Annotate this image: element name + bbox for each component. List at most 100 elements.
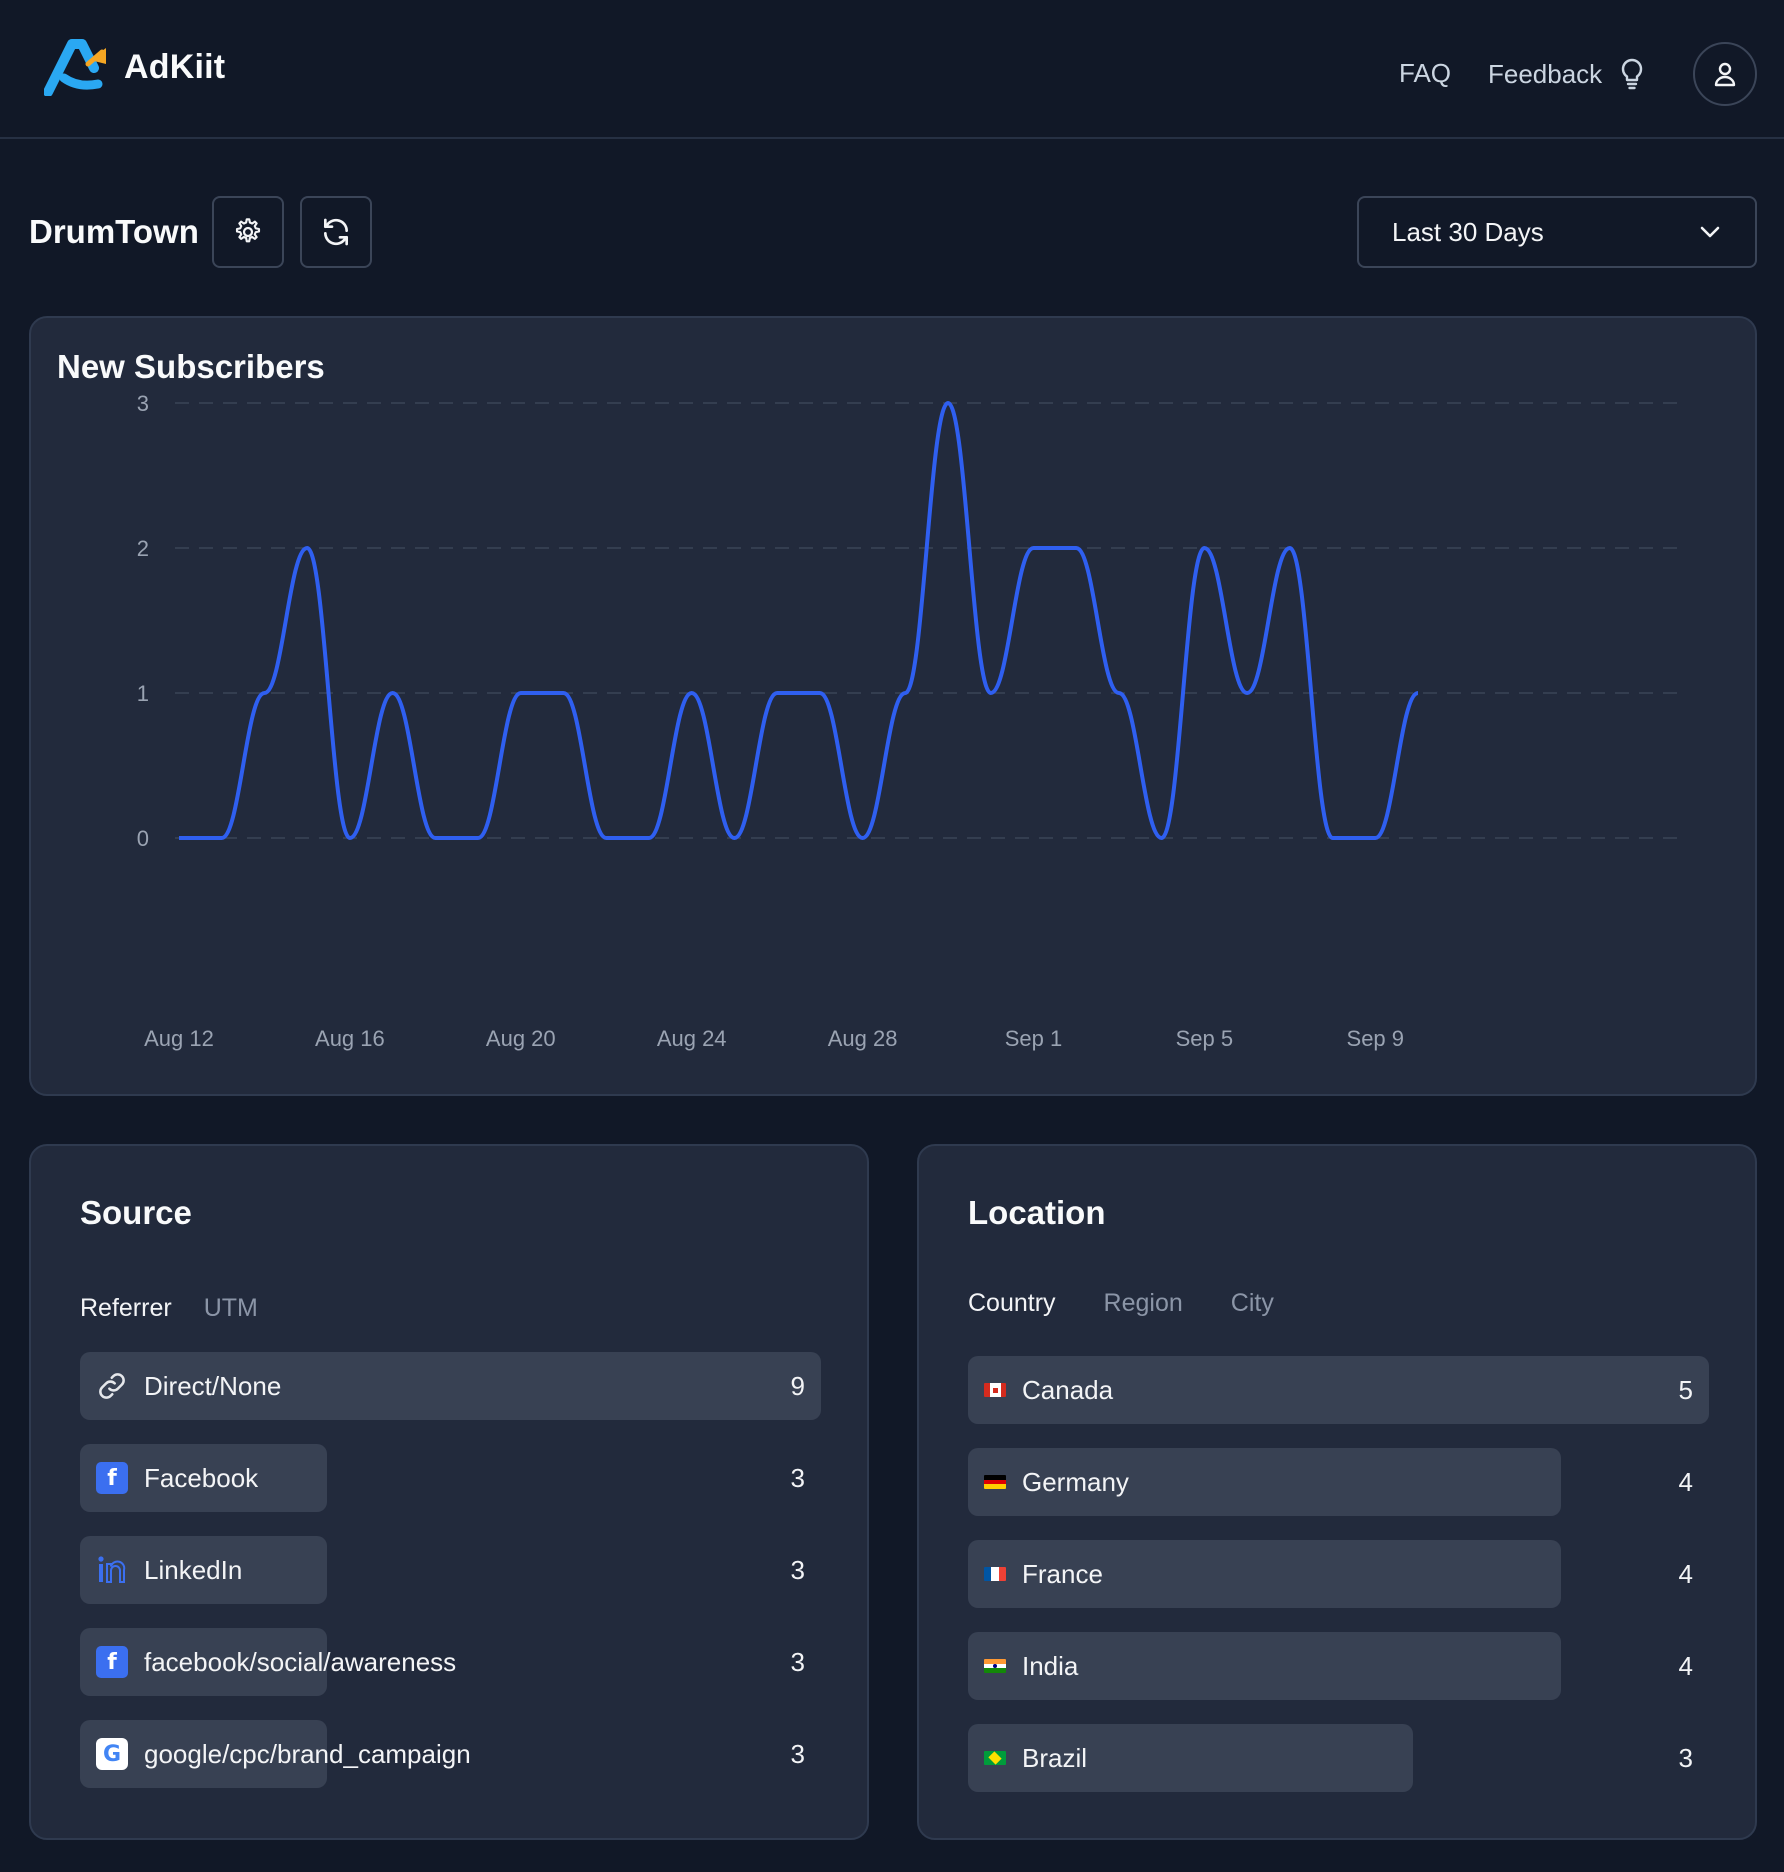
lightbulb-icon (1621, 58, 1643, 90)
data-point[interactable] (342, 830, 358, 846)
data-point[interactable] (1025, 540, 1041, 556)
source-card: Source Referrer UTM Direct/None 9 f Face… (29, 1144, 869, 1840)
faq-link[interactable]: FAQ (1399, 58, 1451, 89)
data-point[interactable] (556, 685, 572, 701)
tab-utm[interactable]: UTM (204, 1294, 258, 1323)
app-name: AdKiit (124, 47, 226, 86)
data-point[interactable] (1410, 685, 1426, 701)
link-icon (96, 1370, 128, 1402)
data-point[interactable] (1196, 540, 1212, 556)
canada-flag-icon (984, 1383, 1006, 1397)
source-count: 9 (790, 1370, 805, 1401)
data-point[interactable] (855, 830, 871, 846)
source-count: 3 (790, 1462, 805, 1493)
source-label: Facebook (144, 1462, 259, 1493)
source-row[interactable]: f Facebook 3 (80, 1444, 821, 1512)
source-tabs: Referrer UTM (80, 1294, 258, 1323)
location-card: Location Country Region City Canada 5 Ge… (917, 1144, 1757, 1840)
data-point[interactable] (470, 830, 486, 846)
brazil-flag-icon (984, 1751, 1006, 1765)
source-label: Direct/None (144, 1370, 282, 1401)
source-count: 3 (790, 1646, 805, 1677)
facebook-icon: f (96, 1646, 128, 1678)
x-tick-label: Sep 5 (1176, 1026, 1234, 1051)
data-point[interactable] (641, 830, 657, 846)
location-count: 3 (1678, 1742, 1693, 1773)
data-point[interactable] (726, 830, 742, 846)
source-list: Direct/None 9 f Facebook 3 LinkedIn 3 f … (80, 1352, 821, 1812)
x-tick-label: Aug 20 (486, 1026, 556, 1051)
location-count: 5 (1678, 1374, 1693, 1405)
adkiit-logo-icon (44, 39, 106, 96)
location-title: Location (968, 1194, 1106, 1231)
x-tick-label: Sep 1 (1005, 1026, 1063, 1051)
tab-city[interactable]: City (1231, 1289, 1274, 1318)
data-point[interactable] (1154, 830, 1170, 846)
location-label: France (1022, 1558, 1103, 1589)
data-point[interactable] (769, 685, 785, 701)
location-row[interactable]: Germany 4 (968, 1448, 1709, 1516)
data-point[interactable] (256, 685, 272, 701)
tab-region[interactable]: Region (1104, 1289, 1183, 1318)
india-flag-icon (984, 1659, 1006, 1673)
data-point[interactable] (1111, 685, 1127, 701)
data-point[interactable] (214, 830, 230, 846)
germany-flag-icon (984, 1475, 1006, 1489)
brand-logo[interactable]: AdKiit (44, 38, 225, 96)
feedback-link[interactable]: Feedback (1488, 58, 1644, 90)
y-tick-label: 1 (137, 681, 149, 706)
location-count: 4 (1678, 1466, 1693, 1497)
source-row[interactable]: Direct/None 9 (80, 1352, 821, 1420)
google-icon: G (96, 1738, 128, 1770)
data-point[interactable] (812, 685, 828, 701)
tab-referrer[interactable]: Referrer (80, 1294, 172, 1323)
data-point[interactable] (1367, 830, 1383, 846)
x-tick-label: Aug 28 (828, 1026, 898, 1051)
data-point[interactable] (1325, 830, 1341, 846)
location-label: Canada (1022, 1374, 1114, 1405)
date-range-select[interactable]: Last 30 Days (1357, 196, 1757, 268)
profile-button[interactable] (1693, 42, 1757, 106)
data-point[interactable] (983, 685, 999, 701)
new-subscribers-card: New Subscribers 0 1 2 3 Aug 12 Aug 16 Aug 20 Au… (29, 316, 1757, 1096)
y-tick-label: 3 (137, 391, 149, 416)
refresh-button[interactable] (300, 196, 372, 268)
data-point[interactable] (171, 830, 187, 846)
gear-icon (235, 218, 261, 243)
source-row[interactable]: f facebook/social/awareness 3 (80, 1628, 821, 1696)
location-row[interactable]: France 4 (968, 1540, 1709, 1608)
location-label: India (1022, 1650, 1079, 1681)
data-point[interactable] (299, 540, 315, 556)
source-label: LinkedIn (144, 1554, 243, 1585)
data-point[interactable] (1068, 540, 1084, 556)
data-point[interactable] (684, 685, 700, 701)
location-row[interactable]: India 4 (968, 1632, 1709, 1700)
user-icon (1714, 62, 1736, 87)
data-point[interactable] (1239, 685, 1255, 701)
source-row[interactable]: LinkedIn 3 (80, 1536, 821, 1604)
x-tick-label: Aug 24 (657, 1026, 727, 1051)
data-point[interactable] (513, 685, 529, 701)
data-point[interactable] (940, 395, 956, 411)
source-row[interactable]: G google/cpc/brand_campaign 3 (80, 1720, 821, 1788)
chevron-down-icon (1700, 226, 1720, 238)
data-point[interactable] (427, 830, 443, 846)
location-tabs: Country Region City (968, 1289, 1274, 1318)
settings-button[interactable] (212, 196, 284, 268)
x-tick-label: Aug 12 (144, 1026, 214, 1051)
date-range-value: Last 30 Days (1392, 216, 1544, 247)
data-point[interactable] (897, 685, 913, 701)
source-count: 3 (790, 1738, 805, 1769)
location-row[interactable]: Canada 5 (968, 1356, 1709, 1424)
page-title: DrumTown (29, 213, 199, 250)
data-point[interactable] (1282, 540, 1298, 556)
subscribers-series-line (179, 401, 1419, 840)
y-tick-label: 0 (137, 826, 149, 851)
france-flag-icon (984, 1567, 1006, 1581)
location-row[interactable]: Brazil 3 (968, 1724, 1709, 1792)
tab-country[interactable]: Country (968, 1289, 1056, 1318)
x-tick-label: Sep 9 (1347, 1026, 1405, 1051)
data-point[interactable] (385, 685, 401, 701)
data-point[interactable] (598, 830, 614, 846)
source-title: Source (80, 1194, 192, 1231)
